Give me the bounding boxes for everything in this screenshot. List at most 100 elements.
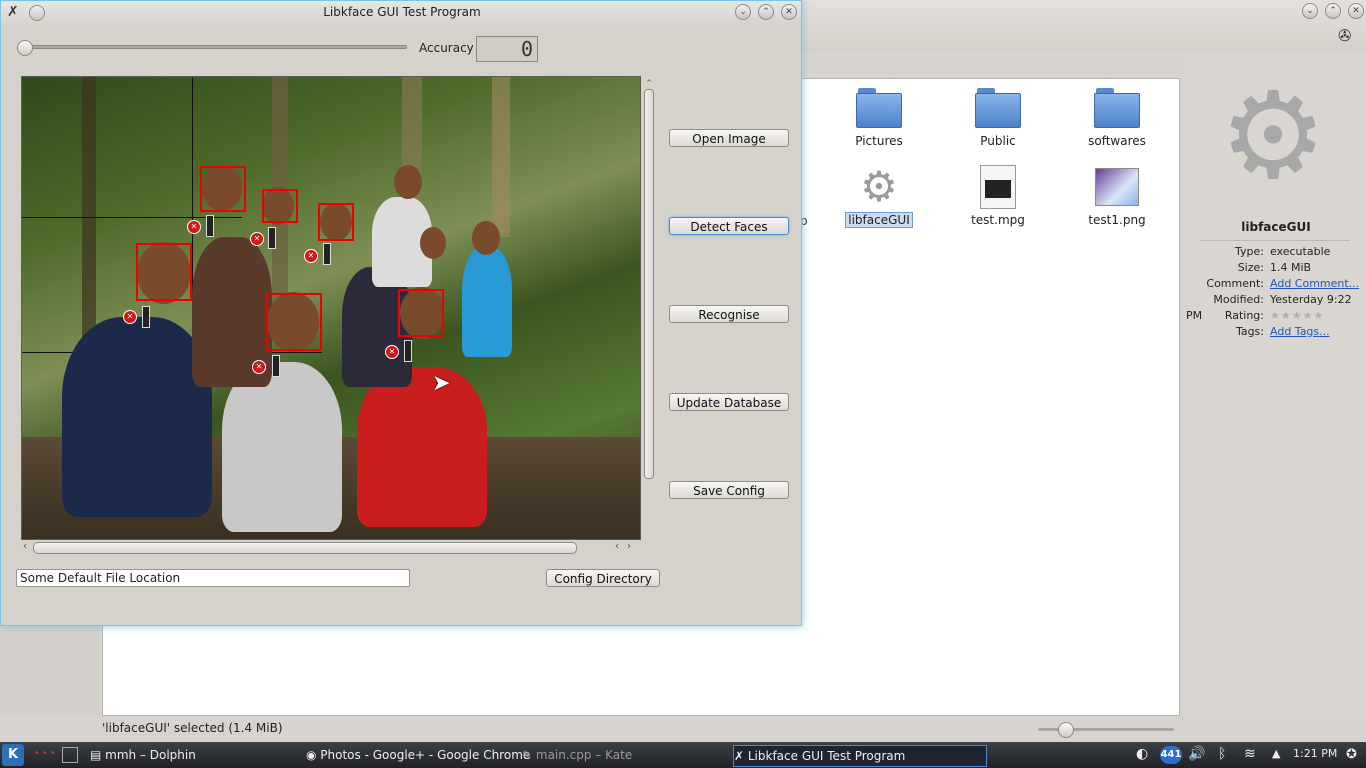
settings-wrench-icon[interactable]: ✇	[1338, 26, 1360, 46]
accuracy-slider[interactable]	[21, 45, 407, 49]
face-box[interactable]	[262, 189, 298, 223]
battery-badge[interactable]: 441	[1160, 746, 1182, 764]
info-file-name: libfaceGUI	[1241, 220, 1311, 234]
face-box[interactable]	[266, 293, 322, 351]
video-file-icon	[980, 165, 1016, 209]
face-box[interactable]	[318, 203, 354, 241]
horizontal-scrollbar[interactable]: ‹ ‹ ›	[23, 541, 637, 555]
folder-icon	[1094, 88, 1140, 128]
face-name-field[interactable]	[272, 355, 280, 377]
accuracy-slider-handle[interactable]	[17, 40, 33, 56]
vertical-scrollbar[interactable]: ⌃	[643, 79, 655, 535]
info-size-value: 1.4 MiB	[1270, 261, 1312, 274]
remove-face-icon[interactable]: ✕	[123, 310, 137, 324]
file-item-libfacegui[interactable]: ⚙ libfaceGUI	[824, 165, 934, 228]
image-file-icon	[1095, 168, 1139, 206]
update-database-button[interactable]: Update Database	[669, 393, 789, 411]
chrome-app-icon: ◉	[306, 748, 321, 762]
scroll-left-icon[interactable]: ‹	[23, 541, 27, 552]
info-label: Modified:	[1213, 293, 1264, 306]
detect-faces-button[interactable]: Detect Faces	[669, 217, 789, 235]
face-name-field[interactable]	[142, 306, 150, 328]
face-box[interactable]	[398, 289, 444, 337]
taskbar: K ••• ▤ mmh – Dolphin ◉ Photos - Google+…	[0, 742, 1366, 768]
minimize-icon[interactable]: ⌄	[1302, 3, 1318, 19]
photo-canvas[interactable]: ✕ ✕ ✕ ✕ ✕ ✕ ➤	[21, 76, 641, 540]
face-box[interactable]	[136, 243, 192, 301]
file-item-test-mpg[interactable]: test.mpg	[943, 165, 1053, 227]
volume-icon[interactable]: 🔊	[1188, 746, 1205, 762]
task-kate[interactable]: ✎ main.cpp – Kate	[522, 745, 632, 765]
window-title: Libkface GUI Test Program	[323, 5, 481, 19]
info-label: Tags:	[1235, 325, 1264, 338]
maximize-icon[interactable]: ⌃	[1325, 3, 1341, 19]
face-name-field[interactable]	[404, 340, 412, 362]
face-name-field[interactable]	[206, 215, 214, 237]
kde-menu-icon[interactable]: K	[2, 744, 24, 766]
info-type-value: executable	[1270, 245, 1331, 258]
config-directory-button[interactable]: Config Directory	[546, 569, 660, 587]
libface-window: ✗ Libkface GUI Test Program ⌄ ⌃ ✕ Accura…	[0, 0, 802, 626]
save-config-button[interactable]: Save Config	[669, 481, 789, 499]
file-label: softwares	[1088, 134, 1146, 148]
wifi-icon[interactable]: ≋	[1244, 746, 1256, 762]
scroll-thumb[interactable]	[644, 89, 654, 479]
file-item-pictures[interactable]: Pictures	[824, 88, 934, 148]
face-name-field[interactable]	[323, 243, 331, 265]
status-text: 'libfaceGUI' selected (1.4 MiB)	[102, 721, 283, 735]
maximize-icon[interactable]: ⌃	[758, 4, 774, 20]
gear-icon: ⚙	[1219, 67, 1327, 206]
clock[interactable]: 1:21 PM	[1293, 747, 1337, 760]
remove-face-icon[interactable]: ✕	[252, 360, 266, 374]
add-tags-link[interactable]: Add Tags...	[1270, 325, 1330, 338]
scroll-up-icon[interactable]: ⌃	[643, 79, 655, 89]
folder-icon	[975, 88, 1021, 128]
file-label: test1.png	[1088, 213, 1146, 227]
remove-face-icon[interactable]: ✕	[250, 232, 264, 246]
minimize-icon[interactable]: ⌄	[735, 4, 751, 20]
file-label: Pictures	[855, 134, 903, 148]
open-image-button[interactable]: Open Image	[669, 129, 789, 147]
places-panel	[0, 625, 100, 715]
task-label: mmh – Dolphin	[105, 748, 196, 762]
file-item-softwares[interactable]: softwares	[1062, 88, 1172, 148]
mouse-cursor-icon: ➤	[432, 371, 451, 396]
task-label: Photos - Google+ - Google Chrome	[320, 748, 531, 762]
recognise-button[interactable]: Recognise	[669, 305, 789, 323]
activities-icon[interactable]: •••	[34, 748, 58, 759]
add-comment-link[interactable]: Add Comment...	[1270, 277, 1359, 290]
task-chrome[interactable]: ◉ Photos - Google+ - Google Chrome	[306, 745, 530, 765]
remove-face-icon[interactable]: ✕	[304, 249, 318, 263]
bluetooth-icon[interactable]: ᛒ	[1218, 746, 1226, 762]
info-label: Rating:	[1224, 309, 1264, 322]
scroll-left-icon[interactable]: ‹	[615, 541, 619, 552]
file-label: libfaceGUI	[845, 212, 913, 228]
scroll-thumb[interactable]	[33, 542, 577, 554]
close-icon[interactable]: ✕	[1348, 3, 1364, 19]
zoom-slider-handle[interactable]	[1058, 722, 1074, 738]
accuracy-lcd: 0	[476, 36, 538, 62]
face-name-field[interactable]	[268, 227, 276, 249]
pager-icon[interactable]	[62, 747, 78, 763]
remove-face-icon[interactable]: ✕	[385, 345, 399, 359]
accuracy-label: Accuracy	[419, 41, 474, 55]
dolphin-app-icon: ▤	[90, 748, 106, 762]
file-item-public[interactable]: Public	[943, 88, 1053, 148]
face-box[interactable]	[200, 166, 246, 212]
task-libface[interactable]: ✗ Libkface GUI Test Program	[733, 745, 987, 767]
config-location-field[interactable]: Some Default File Location	[16, 569, 410, 587]
file-item-test1-png[interactable]: test1.png	[1062, 165, 1172, 227]
info-label: Size:	[1237, 261, 1264, 274]
file-label: test.mpg	[971, 213, 1025, 227]
scroll-right-icon[interactable]: ›	[627, 541, 631, 552]
rating-stars[interactable]: ★★★★★	[1270, 309, 1324, 322]
close-icon[interactable]: ✕	[781, 4, 797, 20]
folder-icon	[856, 88, 902, 128]
task-dolphin[interactable]: ▤ mmh – Dolphin	[90, 745, 196, 765]
panel-toolbox-icon[interactable]: ✪	[1346, 747, 1357, 762]
remove-face-icon[interactable]: ✕	[187, 220, 201, 234]
divider	[1200, 240, 1350, 241]
libface-app-icon: ✗	[734, 749, 748, 763]
system-tray-arrow-icon[interactable]: ▲	[1272, 747, 1280, 760]
network-manager-icon[interactable]: ◐	[1136, 746, 1148, 762]
